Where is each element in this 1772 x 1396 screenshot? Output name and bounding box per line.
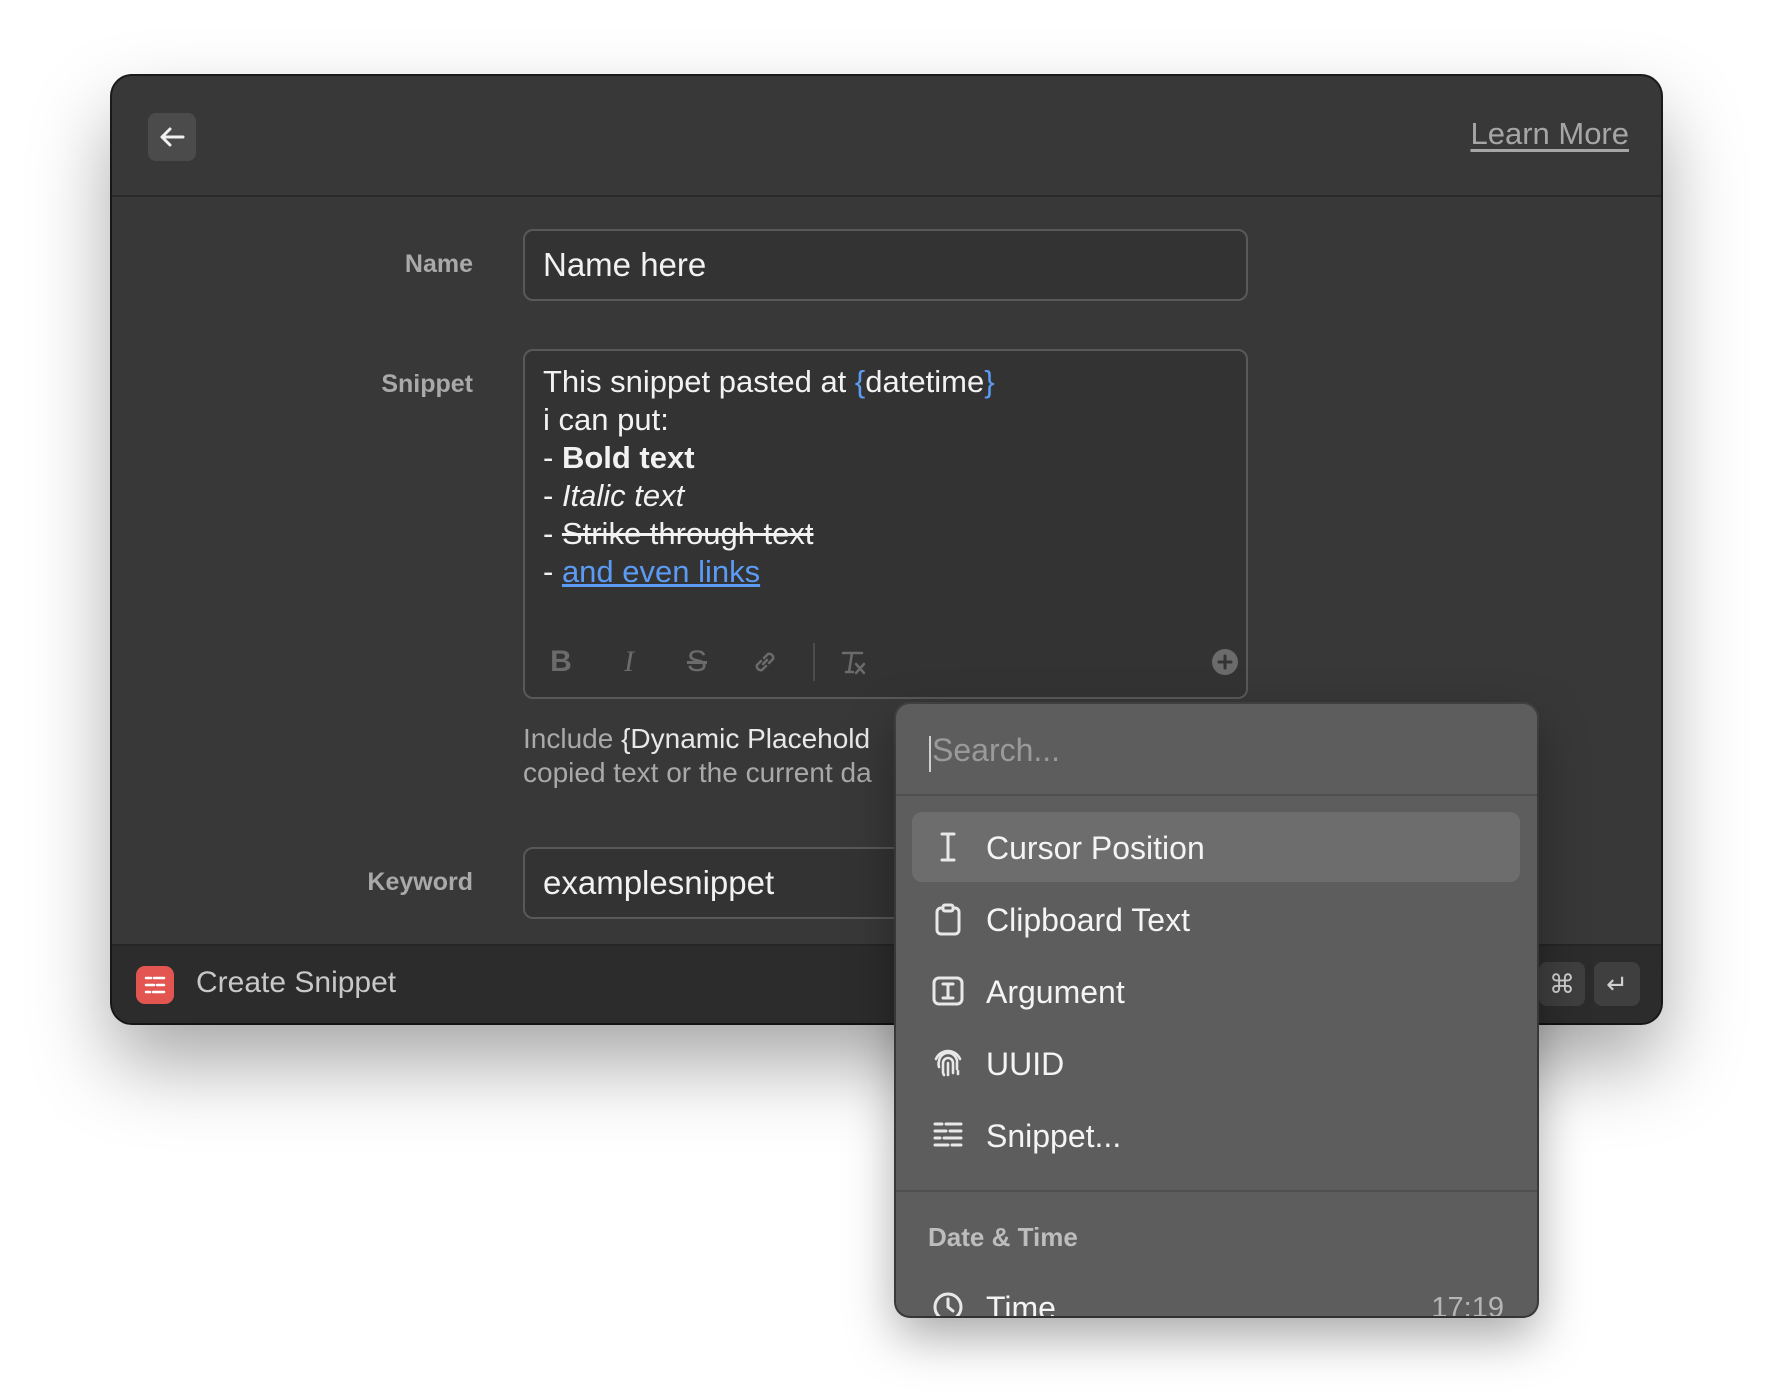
- format-toolbar: B I S: [541, 639, 1238, 685]
- italic-button[interactable]: I: [609, 639, 649, 685]
- snippet-text: This snippet pasted at {datetime} i can …: [543, 364, 995, 589]
- search-caret: [929, 736, 931, 772]
- snippet-editor[interactable]: This snippet pasted at {datetime} i can …: [523, 349, 1248, 699]
- bold-text: Bold text: [561, 440, 695, 475]
- strike-text: Strike through text: [561, 516, 814, 551]
- menu-item-snippet[interactable]: Snippet...: [912, 1100, 1520, 1170]
- clock-icon: [933, 1292, 963, 1316]
- menu-item-argument[interactable]: Argument: [912, 956, 1520, 1026]
- name-label: Name: [404, 250, 473, 278]
- clipboard-icon: [935, 903, 961, 936]
- add-placeholder-button[interactable]: [1205, 639, 1245, 685]
- keyword-label: Keyword: [367, 868, 473, 896]
- time-value: 17:19: [1431, 1292, 1504, 1316]
- learn-more-link[interactable]: Learn More: [1470, 116, 1629, 152]
- search-input[interactable]: Search...: [932, 732, 1060, 769]
- snippet-label: Snippet: [381, 370, 473, 398]
- link-icon: [755, 652, 775, 672]
- argument-icon: [932, 976, 964, 1006]
- cursor-icon: [940, 832, 956, 862]
- menu-item-clipboard-text[interactable]: Clipboard Text: [912, 884, 1520, 954]
- search-divider: [896, 794, 1537, 796]
- cmd-key-hint[interactable]: ⌘: [1539, 962, 1585, 1006]
- bold-button[interactable]: B: [541, 639, 581, 685]
- menu-item-time[interactable]: Time 17:19: [912, 1272, 1520, 1316]
- placeholder-dropdown: Search... Cursor Position Clipboard Text…: [896, 704, 1537, 1316]
- snippet-icon: [933, 1122, 963, 1147]
- strikethrough-button[interactable]: S: [677, 639, 717, 685]
- link-text[interactable]: and even links: [562, 554, 760, 589]
- italic-text: Italic text: [561, 478, 685, 513]
- snippet-app-icon: [136, 966, 174, 1004]
- fingerprint-icon: [934, 1049, 962, 1077]
- back-button[interactable]: [148, 113, 196, 161]
- header: Learn More: [112, 76, 1661, 197]
- clear-format-button[interactable]: [833, 639, 873, 685]
- enter-key-hint[interactable]: ↵: [1594, 962, 1640, 1006]
- name-value: Name here: [543, 246, 707, 283]
- arrow-left-icon: [160, 127, 185, 147]
- placeholder-hint: Include {Dynamic Placehold copied text o…: [523, 723, 872, 788]
- placeholder-datetime: datetime: [865, 364, 985, 399]
- footer-title: Create Snippet: [196, 966, 397, 999]
- link-button[interactable]: [745, 639, 785, 685]
- section-divider: [896, 1190, 1537, 1192]
- plus-circle-icon: [1212, 649, 1238, 675]
- menu-item-cursor-position[interactable]: Cursor Position: [912, 812, 1520, 882]
- placeholder-open-brace: {: [854, 364, 866, 399]
- name-field[interactable]: Name here: [523, 229, 1248, 301]
- placeholder-close-brace: }: [984, 364, 995, 399]
- keyword-value: examplesnippet: [543, 864, 775, 901]
- clear-format-icon: [841, 651, 866, 675]
- menu-item-uuid[interactable]: UUID: [912, 1028, 1520, 1098]
- section-title-date-time: Date & Time: [928, 1222, 1078, 1252]
- toolbar-divider: [813, 643, 815, 681]
